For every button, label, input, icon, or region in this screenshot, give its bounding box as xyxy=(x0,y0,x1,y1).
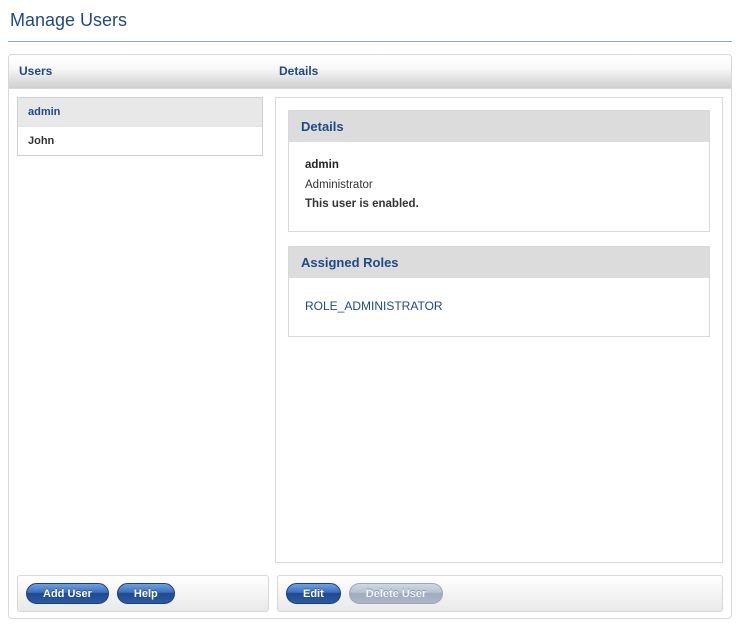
panel-header: Users Details xyxy=(9,55,731,89)
edit-button[interactable]: Edit xyxy=(286,583,341,604)
details-username: admin xyxy=(305,156,693,176)
footer-right: Edit Delete User xyxy=(277,575,723,612)
user-list-item-admin[interactable]: admin xyxy=(18,98,262,127)
roles-card-title: Assigned Roles xyxy=(289,247,709,278)
details-column-heading: Details xyxy=(269,55,731,88)
details-card-title: Details xyxy=(289,111,709,142)
user-list-item-john[interactable]: John xyxy=(18,127,262,155)
users-empty-space xyxy=(17,156,263,563)
details-container: Details admin Administrator This user is… xyxy=(275,97,723,563)
help-button[interactable]: Help xyxy=(117,583,175,604)
details-display-name: Administrator xyxy=(305,176,693,196)
users-column-heading: Users xyxy=(9,55,269,88)
roles-card-body: ROLE_ADMINISTRATOR xyxy=(289,278,709,336)
main-panel: Users Details admin John Details admin A xyxy=(8,54,732,619)
users-column: admin John xyxy=(9,89,269,569)
add-user-button[interactable]: Add User xyxy=(26,583,109,604)
details-card-body: admin Administrator This user is enabled… xyxy=(289,142,709,231)
page-title: Manage Users xyxy=(8,8,732,42)
details-column: Details admin Administrator This user is… xyxy=(269,89,731,569)
role-item: ROLE_ADMINISTRATOR xyxy=(305,292,693,320)
details-status: This user is enabled. xyxy=(305,195,693,215)
footer-left: Add User Help xyxy=(17,575,269,612)
user-list: admin John xyxy=(17,97,263,156)
panel-body: admin John Details admin Administrator T… xyxy=(9,89,731,569)
delete-user-button[interactable]: Delete User xyxy=(349,583,444,604)
roles-card: Assigned Roles ROLE_ADMINISTRATOR xyxy=(288,246,710,337)
panel-footer: Add User Help Edit Delete User xyxy=(9,569,731,618)
details-card: Details admin Administrator This user is… xyxy=(288,110,710,232)
